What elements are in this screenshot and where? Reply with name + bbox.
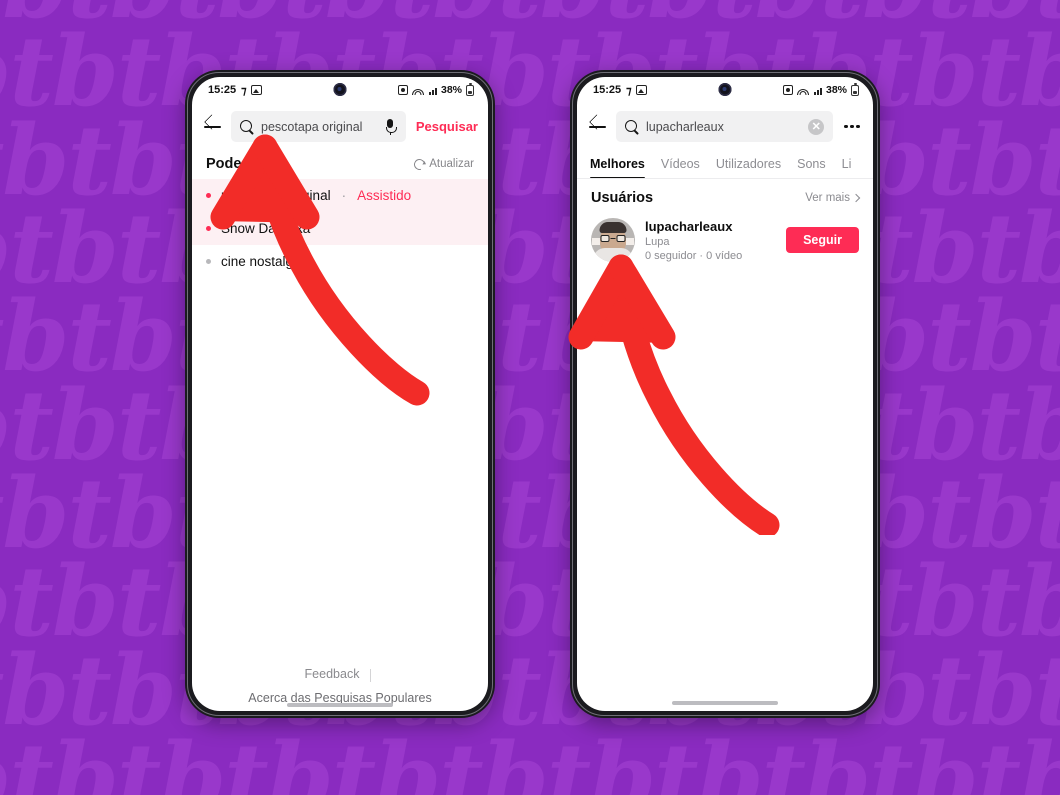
status-bar-right-group: 38% — [782, 82, 859, 96]
footer-left: Feedback Acerca das Pesquisas Populares — [192, 665, 488, 707]
mute-icon: ⁊ — [241, 84, 247, 97]
search-input-value: lupacharleaux — [646, 119, 724, 134]
list-item[interactable]: cine nostalgia — [192, 245, 488, 278]
battery-percent: 38% — [440, 84, 462, 96]
tab-live[interactable]: Li — [842, 153, 852, 178]
clear-icon[interactable]: ✕ — [808, 118, 825, 135]
battery-percent: 38% — [825, 84, 847, 96]
wifi-icon — [412, 85, 425, 95]
phone-screen-right: 15:25 ⁊ 38% lupacharleaux ✕ Melhores Víd… — [577, 77, 873, 711]
front-camera-punch-hole — [333, 83, 347, 96]
front-camera-punch-hole — [718, 83, 732, 96]
search-input[interactable]: lupacharleaux ✕ — [616, 111, 834, 142]
search-icon — [625, 119, 639, 134]
page-background: tbtbtbtbtbtbtbtbtbtbtbtbtbtbtbtbtbtbtbtb… — [0, 0, 1060, 795]
wifi-icon — [797, 85, 810, 95]
background-watermark-row: tbtbtbtbtbtbtbtbtbtbtbtbtbtb — [0, 721, 1060, 795]
popular-section-header: Podes Atualizar — [192, 150, 488, 179]
alarm-icon — [397, 85, 408, 95]
users-section-header: Usuários Ver mais — [577, 179, 873, 211]
chevron-right-icon — [851, 193, 861, 203]
user-meta: lupacharleaux Lupa 0 seguidor · 0 vídeo — [645, 219, 776, 262]
user-nickname: Lupa — [645, 235, 670, 248]
back-arrow-icon[interactable] — [587, 116, 608, 137]
tab-melhores[interactable]: Melhores — [590, 153, 645, 178]
phone-mockup-right: 15:25 ⁊ 38% lupacharleaux ✕ Melhores Víd… — [570, 70, 880, 718]
section-title-usuarios: Usuários — [591, 190, 654, 206]
search-submit-button[interactable]: Pesquisar — [414, 119, 478, 134]
microphone-icon[interactable] — [384, 118, 397, 135]
search-input[interactable]: pescotapa original — [231, 111, 406, 142]
see-more-label: Ver mais — [805, 192, 850, 204]
mute-icon: ⁊ — [626, 84, 632, 97]
status-bar-left-group: 15:25 ⁊ — [208, 84, 262, 97]
follow-button[interactable]: Seguir — [786, 227, 859, 253]
status-bar-right-group: 38% — [397, 82, 474, 96]
tab-videos[interactable]: Vídeos — [661, 153, 700, 178]
user-name: lupacharleaux — [645, 218, 733, 234]
search-header-left: pescotapa original Pesquisar — [192, 103, 488, 150]
status-bar-left: 15:25 ⁊ 38% — [192, 77, 488, 103]
tab-utilizadores[interactable]: Utilizadores — [716, 153, 781, 178]
more-options-icon[interactable] — [841, 124, 863, 129]
refresh-icon — [412, 156, 428, 172]
bullet-icon — [206, 259, 211, 264]
page-title: Podes — [206, 156, 250, 172]
tab-sons[interactable]: Sons — [797, 153, 826, 178]
feedback-link[interactable]: Feedback — [305, 667, 376, 682]
search-result-tabs: Melhores Vídeos Utilizadores Sons Li — [577, 150, 873, 179]
status-bar-right: 15:25 ⁊ 38% — [577, 77, 873, 103]
suggestion-label: Show Da Xuxa — [221, 221, 311, 236]
refresh-label: Atualizar — [429, 158, 474, 170]
bullet-icon — [206, 226, 211, 231]
status-bar-left-group: 15:25 ⁊ — [593, 84, 647, 97]
status-time: 15:25 — [593, 84, 622, 96]
list-item[interactable]: pescotapa original · Assistido — [192, 179, 488, 212]
picture-icon — [635, 85, 647, 95]
background-watermark-pattern: tbtbtbtbtbtbtbtbtbtbtbtbtbtbtbtbtbtbtbtb… — [0, 0, 1060, 795]
battery-icon — [466, 82, 474, 96]
status-badge: Assistido — [357, 188, 412, 203]
alarm-icon — [782, 85, 793, 95]
signal-bars-icon — [428, 86, 437, 95]
refresh-button[interactable]: Atualizar — [412, 156, 474, 172]
avatar-glasses — [600, 235, 626, 242]
home-indicator — [287, 703, 393, 707]
signal-bars-icon — [813, 86, 822, 95]
avatar[interactable] — [591, 218, 635, 262]
phone-screen-left: 15:25 ⁊ 38% pescotapa original Pesquisar — [192, 77, 488, 711]
battery-icon — [851, 82, 859, 96]
back-arrow-icon[interactable] — [202, 116, 223, 137]
list-item[interactable]: Show Da Xuxa — [192, 212, 488, 245]
bullet-icon — [206, 193, 211, 198]
suggestion-label: cine nostalgia — [221, 254, 304, 269]
user-result-row[interactable]: lupacharleaux Lupa 0 seguidor · 0 vídeo … — [577, 211, 873, 273]
search-header-right: lupacharleaux ✕ — [577, 103, 873, 150]
suggestion-separator: · — [341, 188, 347, 203]
see-more-button[interactable]: Ver mais — [805, 192, 861, 204]
status-time: 15:25 — [208, 84, 237, 96]
phone-mockup-left: 15:25 ⁊ 38% pescotapa original Pesquisar — [185, 70, 495, 718]
home-indicator — [672, 701, 778, 705]
picture-icon — [250, 85, 262, 95]
user-stats: 0 seguidor · 0 vídeo — [645, 249, 743, 262]
suggestion-label: pescotapa original — [221, 188, 331, 203]
search-icon — [240, 119, 254, 134]
search-input-value: pescotapa original — [261, 119, 363, 134]
